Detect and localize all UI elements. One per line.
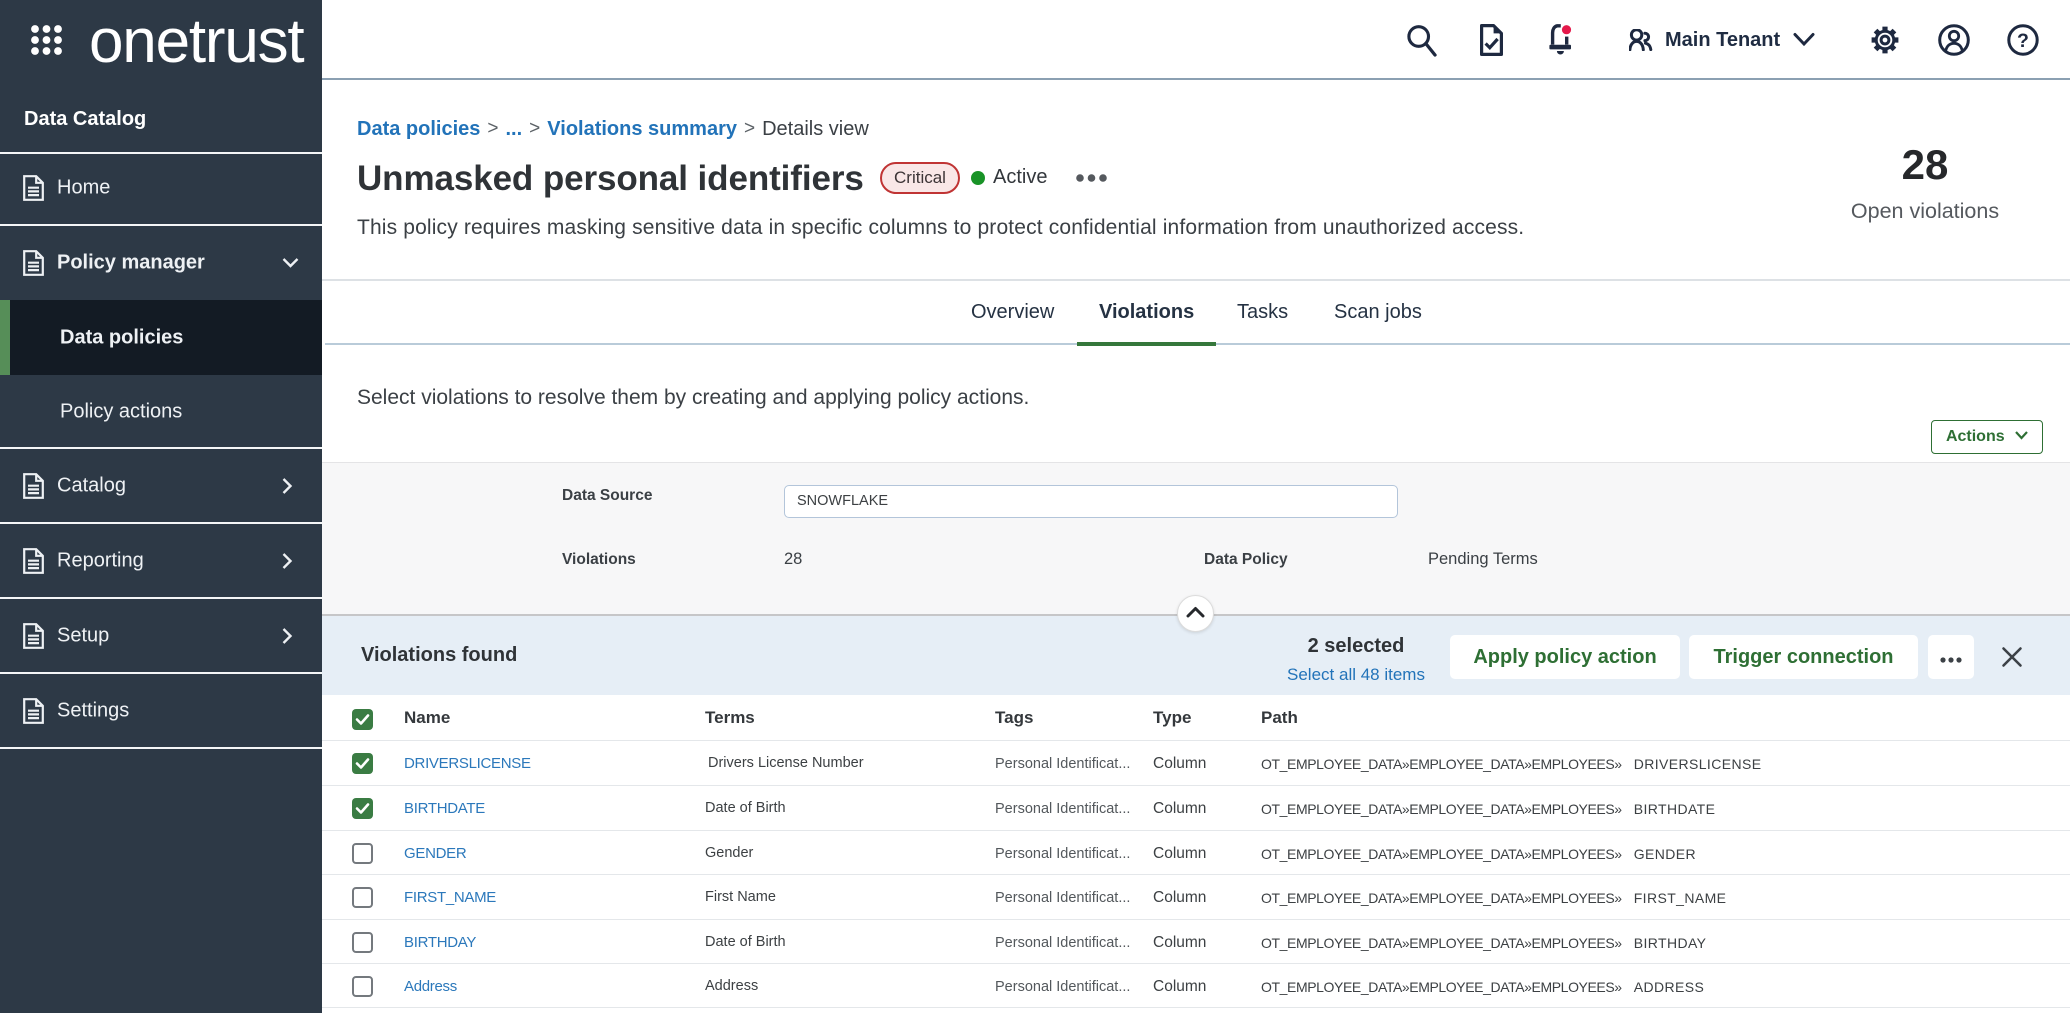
svg-text:?: ? <box>2017 30 2029 52</box>
